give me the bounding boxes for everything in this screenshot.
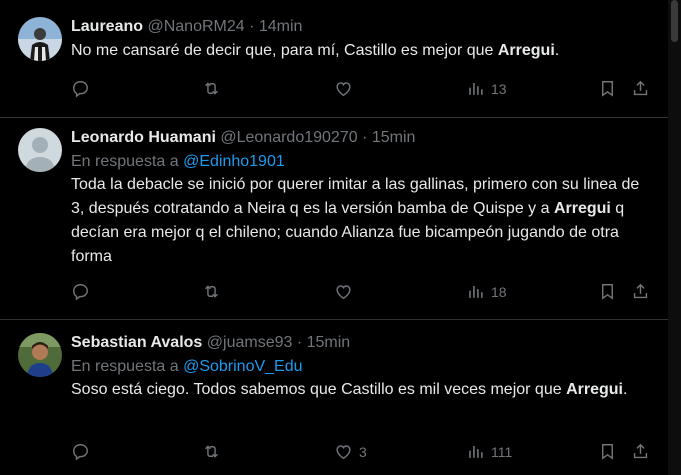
like-button[interactable] [334,282,359,301]
handle[interactable]: @juamse93 [207,334,293,351]
share-icon [631,79,650,98]
retweet-icon [202,282,221,301]
views-button[interactable]: 111 [466,442,512,461]
retweet-button[interactable] [202,282,227,301]
tweet-actions: 18 [71,282,654,304]
heart-icon [334,282,353,301]
avatar[interactable] [18,17,62,61]
tweet-text-highlight: Arregui [566,381,623,398]
view-count: 13 [491,80,507,97]
bookmark-button[interactable] [598,442,617,461]
reply-button[interactable] [71,79,96,98]
tweet-actions: 13 [71,79,654,101]
reply-mention-link[interactable]: @Edinho1901 [183,153,285,170]
timestamp[interactable]: 15min [307,334,351,351]
retweet-icon [202,79,221,98]
display-name[interactable]: Laureano [71,18,143,35]
reply-prefix: En respuesta a [71,153,184,170]
share-button[interactable] [631,282,650,301]
retweet-button[interactable] [202,79,227,98]
like-button[interactable] [334,79,359,98]
reply-prefix: En respuesta a [71,358,184,375]
tweet-header: Laureano @NanoRM24 · 14min [71,17,654,37]
reply-button[interactable] [71,442,96,461]
tweet-header: Sebastian Avalos @juamse93 · 15min [71,333,654,353]
tweet-text: No me cansaré de decir que, para mí, Cas… [71,39,654,63]
views-icon [466,79,485,98]
retweet-button[interactable] [202,442,227,461]
timestamp[interactable]: 14min [259,18,303,35]
reply-icon [71,442,90,461]
views-button[interactable]: 18 [466,282,507,301]
views-icon [466,442,485,461]
bookmark-button[interactable] [598,79,617,98]
share-button[interactable] [631,442,650,461]
separator: · [362,129,368,146]
retweet-icon [202,442,221,461]
avatar[interactable] [18,128,62,172]
tweet[interactable]: Sebastian Avalos @juamse93 · 15min En re… [0,320,668,475]
avatar[interactable] [18,333,62,377]
reply-icon [71,282,90,301]
bookmark-icon [598,442,617,461]
bookmark-button[interactable] [598,282,617,301]
share-icon [631,442,650,461]
tweet[interactable]: Leonardo Huamani @Leonardo190270 · 15min… [0,118,668,320]
timestamp[interactable]: 15min [372,129,416,146]
like-count: 3 [359,443,367,460]
separator: · [249,18,255,35]
reply-context: En respuesta a @Edinho1901 [71,152,654,172]
share-button[interactable] [631,79,650,98]
views-button[interactable]: 13 [466,79,507,98]
handle[interactable]: @Leonardo190270 [220,129,357,146]
tweet[interactable]: Laureano @NanoRM24 · 14min No me cansaré… [0,0,668,118]
tweet-text-highlight: Arregui [553,200,611,217]
separator: · [296,334,303,351]
tweet-header: Leonardo Huamani @Leonardo190270 · 15min [71,128,654,148]
tweet-text-part: Soso está ciego. Todos sabemos que Casti… [71,381,567,398]
heart-icon [334,442,353,461]
like-button[interactable]: 3 [334,442,367,461]
display-name[interactable]: Sebastian Avalos [71,334,202,351]
tweet-text-part: . [622,381,628,398]
heart-icon [334,79,353,98]
view-count: 18 [491,283,507,300]
views-icon [466,282,485,301]
reply-icon [71,79,90,98]
tweet-text: Toda la debacle se inició por querer imi… [71,173,654,269]
view-count: 111 [491,443,513,460]
share-icon [631,282,650,301]
bookmark-icon [598,282,617,301]
tweet-text-part: . [554,42,560,59]
tweet-text: Soso está ciego. Todos sabemos que Casti… [71,378,654,402]
display-name[interactable]: Leonardo Huamani [71,129,216,146]
handle[interactable]: @NanoRM24 [147,18,244,35]
bookmark-icon [598,79,617,98]
reply-button[interactable] [71,282,96,301]
tweet-text-highlight: Arregui [497,42,555,59]
timeline-feed: Laureano @NanoRM24 · 14min No me cansaré… [0,0,668,475]
reply-context: En respuesta a @SobrinoV_Edu [71,357,654,377]
scrollbar[interactable] [668,0,681,475]
reply-mention-link[interactable]: @SobrinoV_Edu [183,358,302,375]
scrollbar-thumb[interactable] [671,0,678,42]
tweet-actions: 3 111 [71,442,654,464]
tweet-text-part: No me cansaré de decir que, para mí, Cas… [71,42,498,59]
